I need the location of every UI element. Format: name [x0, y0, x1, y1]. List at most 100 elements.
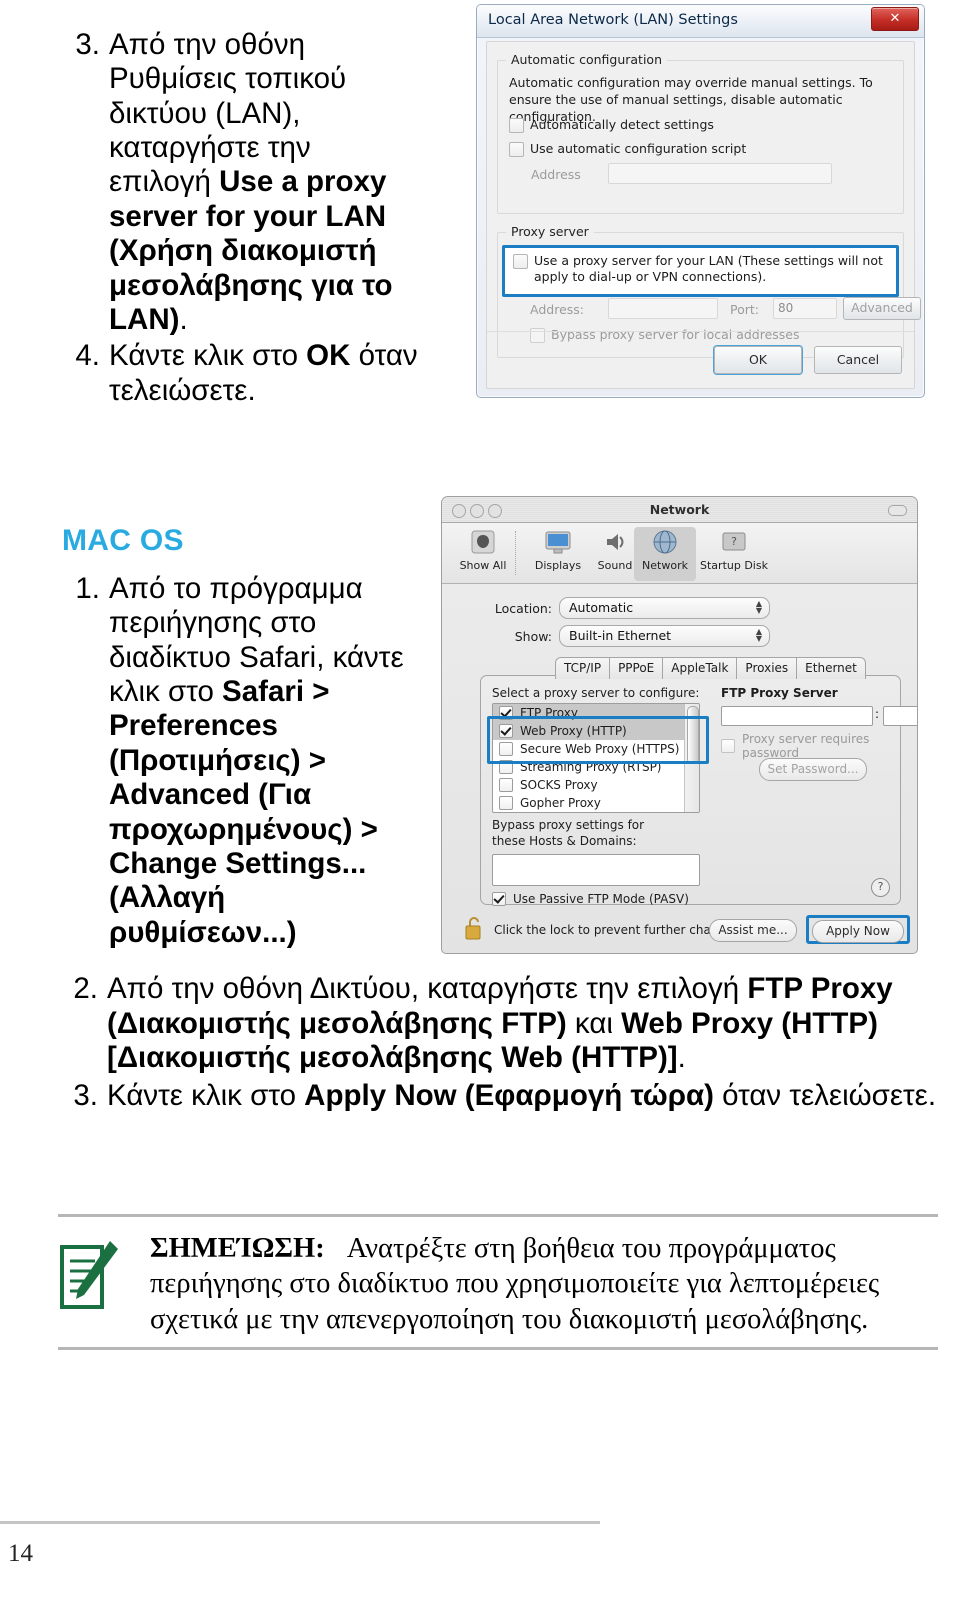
displays-icon — [543, 527, 573, 557]
tab-tcp-ip[interactable]: TCP/IP — [555, 657, 611, 679]
toolbar-item-show-all[interactable]: Show All — [452, 527, 514, 572]
network-globe-icon — [650, 527, 680, 557]
step-text: Από την οθόνη Δικτύου, καταργήστε την επ… — [107, 972, 938, 1076]
proxy-list[interactable]: FTP Proxy Web Proxy (HTTP) Secure Web Prox… — [492, 703, 700, 813]
chevron-updown-icon: ▲ ▼ — [755, 599, 762, 615]
emphasis-text: Apply Now (Εφαρμογή τώρα) — [304, 1078, 714, 1112]
tab-proxies[interactable]: Proxies — [736, 657, 798, 679]
checkbox-icon — [499, 760, 513, 774]
automatic-configuration-group: Automatic configuration Automatic config… — [497, 52, 904, 214]
toolbar-divider — [515, 531, 517, 575]
checkbox-icon — [499, 778, 513, 792]
assist-me-button[interactable]: Assist me... — [709, 919, 797, 942]
checkbox-icon — [499, 724, 513, 738]
proxy-list-item[interactable]: Streaming Proxy (RTSP) — [493, 758, 699, 776]
step-number: 3. — [73, 1078, 98, 1112]
tab-pppoe[interactable]: PPPoE — [609, 657, 664, 679]
proxy-list-scrollbar[interactable] — [684, 704, 699, 812]
mac-dialog-title: Network — [649, 502, 710, 517]
proxy-list-item-label: SOCKS Proxy — [520, 778, 598, 792]
note-bottom-rule — [58, 1346, 938, 1350]
help-icon[interactable]: ? — [871, 878, 890, 897]
ftp-port-input[interactable] — [883, 706, 917, 726]
select-proxy-label: Select a proxy server to configure: — [492, 686, 700, 700]
use-auto-config-script-checkbox[interactable]: Use automatic configuration script — [509, 141, 746, 157]
proxy-list-item[interactable]: Secure Web Proxy (HTTPS) — [493, 740, 699, 758]
auto-address-input[interactable] — [608, 163, 832, 184]
proxy-address-input[interactable] — [608, 298, 718, 319]
plain-text: . — [677, 1041, 686, 1074]
page-number: 14 — [8, 1540, 33, 1567]
close-icon[interactable]: ✕ — [871, 7, 919, 31]
proxy-address-label: Address: — [530, 302, 584, 317]
proxy-list-item-label: Gopher Proxy — [520, 796, 601, 810]
bypass-hosts-input[interactable] — [492, 854, 700, 886]
proxy-port-label: Port: — [730, 302, 759, 317]
advanced-button[interactable]: Advanced — [843, 297, 921, 320]
show-value: Built-in Ethernet — [569, 628, 672, 643]
scrollbar-thumb[interactable] — [687, 706, 699, 764]
show-all-icon — [468, 527, 498, 557]
requires-password-checkbox[interactable]: Proxy server requires password — [721, 732, 900, 760]
passive-ftp-checkbox[interactable]: Use Passive FTP Mode (PASV) — [492, 892, 689, 906]
tab-appletalk[interactable]: AppleTalk — [662, 657, 738, 679]
use-proxy-label: Use a proxy server for your LAN (These s… — [534, 253, 883, 285]
lock-open-icon[interactable] — [464, 915, 486, 941]
step-number: 3. — [75, 28, 100, 61]
ftp-proxy-server-label: FTP Proxy Server — [721, 686, 838, 700]
svg-text:?: ? — [731, 535, 737, 548]
plain-text: Κάντε κλικ στο — [109, 339, 307, 373]
toolbar-item-network[interactable]: Network — [634, 527, 696, 581]
plain-text: και — [566, 1006, 622, 1040]
bypass-label-line2: these Hosts & Domains: — [492, 834, 637, 848]
mac-os-heading: MAC OS — [62, 524, 184, 557]
checkbox-icon — [499, 742, 513, 756]
proxy-list-item[interactable]: SOCKS Proxy — [493, 776, 699, 794]
checkbox-icon — [499, 796, 513, 810]
step-number: 2. — [73, 972, 98, 1005]
location-row: Location: Automatic ▲ ▼ — [480, 597, 840, 619]
lock-text: Click the lock to prevent further change… — [494, 923, 744, 937]
toolbar-toggle-icon[interactable] — [888, 505, 907, 516]
step-number: 1. — [75, 572, 100, 605]
proxy-list-item[interactable]: Gopher Proxy — [493, 794, 699, 812]
plain-text: όταν τελειώσετε. — [713, 1078, 937, 1112]
ftp-server-input[interactable] — [721, 706, 873, 726]
lan-dialog-body: Automatic configuration Automatic config… — [486, 41, 921, 389]
emphasis-text: Safari > Preferences (Προτιμήσεις) > Adv… — [109, 675, 378, 949]
mac-step-1-list: 1. Από το πρόγραμμα περιήγησης στο διαδίκ… — [60, 572, 410, 950]
use-proxy-highlight-box: Use a proxy server for your LAN (These s… — [502, 245, 899, 297]
plain-text: . — [179, 302, 188, 336]
ok-button[interactable]: OK — [714, 346, 802, 374]
use-proxy-checkbox[interactable]: Use a proxy server for your LAN (These s… — [513, 253, 892, 286]
footer-rule — [0, 1521, 600, 1524]
toolbar-item-startup-disk[interactable]: ? Startup Disk — [694, 527, 774, 572]
auto-address-label: Address — [531, 167, 581, 182]
toolbar-label: Displays — [534, 559, 582, 572]
proxy-list-item[interactable]: Web Proxy (HTTP) — [493, 722, 699, 740]
proxy-port-input[interactable]: 80 — [773, 298, 837, 319]
toolbar-item-displays[interactable]: Displays — [527, 527, 589, 572]
list-item: 3. Από την οθόνη Ρυθμίσεις τοπικού δικτύο… — [60, 28, 420, 337]
step-text: Από το πρόγραμμα περιήγησης στο διαδίκτυ… — [109, 572, 410, 950]
proxy-server-label: Proxy server — [506, 224, 594, 239]
list-item: 2. Από την οθόνη Δικτύου, καταργήστε την … — [58, 972, 938, 1076]
show-select[interactable]: Built-in Ethernet ▲ ▼ — [559, 625, 770, 647]
set-password-button[interactable]: Set Password... — [759, 758, 867, 781]
step-text: Από την οθόνη Ρυθμίσεις τοπικού δικτύου … — [109, 28, 420, 337]
startup-disk-icon: ? — [719, 527, 749, 557]
checkbox-icon — [492, 892, 506, 906]
use-auto-config-script-label: Use automatic configuration script — [530, 141, 747, 156]
note-top-rule — [58, 1214, 938, 1217]
cancel-button[interactable]: Cancel — [814, 346, 902, 374]
proxy-list-item-label: Secure Web Proxy (HTTPS) — [520, 742, 680, 756]
mac-steps-2-3-list: 2. Από την οθόνη Δικτύου, καταργήστε την … — [58, 972, 938, 1116]
apply-now-button[interactable]: Apply Now — [812, 920, 904, 943]
location-select[interactable]: Automatic ▲ ▼ — [559, 597, 770, 619]
show-row: Show: Built-in Ethernet ▲ ▼ — [480, 625, 840, 647]
proxy-list-item[interactable]: FTP Proxy — [493, 704, 699, 722]
auto-detect-settings-checkbox[interactable]: Automatically detect settings — [509, 117, 714, 133]
tab-ethernet[interactable]: Ethernet — [796, 657, 866, 679]
proxy-list-item-label: Streaming Proxy (RTSP) — [520, 760, 662, 774]
checkbox-icon — [513, 254, 528, 269]
